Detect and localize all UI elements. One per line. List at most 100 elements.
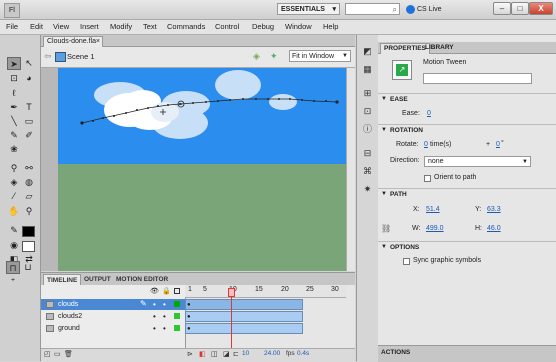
snap-to-objects-icon[interactable]: ⊓ [6, 261, 20, 274]
hand-tool-icon[interactable]: ✋ [7, 205, 21, 218]
eye-icon[interactable]: 👁 [150, 287, 159, 295]
lock-dot[interactable]: • [163, 311, 166, 322]
menu-modify[interactable]: Modify [110, 22, 132, 31]
tab-library[interactable]: LIBRARY [422, 43, 457, 53]
bind-tool-icon[interactable]: ⚯ [22, 162, 36, 175]
keyframe-icon[interactable]: ● [187, 326, 191, 332]
lock-icon[interactable]: 🔒 [162, 287, 171, 295]
sync-graphic-symbols-checkbox[interactable] [403, 258, 410, 265]
w-value[interactable]: 499.0 [426, 225, 444, 232]
keyframe-icon[interactable]: ● [187, 302, 191, 308]
layer-row-clouds2[interactable]: clouds2 • • [41, 311, 185, 322]
help-search-input[interactable]: ⌕ [345, 3, 400, 15]
lasso-tool-icon[interactable]: ℓ [7, 87, 21, 100]
swatches-panel-icon[interactable]: ▦ [361, 63, 374, 75]
visibility-dot[interactable]: • [153, 311, 156, 322]
layer-color-swatch[interactable] [174, 301, 180, 307]
visibility-dot[interactable]: • [153, 299, 156, 310]
playhead-handle[interactable] [228, 288, 235, 297]
fill-color-icon[interactable]: ◉ [7, 239, 21, 252]
menu-edit[interactable]: Edit [30, 22, 43, 31]
ease-value[interactable]: 0 [427, 110, 431, 117]
ink-bottle-tool-icon[interactable]: ◍ [22, 176, 36, 189]
layer-color-swatch[interactable] [174, 325, 180, 331]
tab-motion-editor[interactable]: MOTION EDITOR [113, 274, 171, 285]
close-button[interactable]: X [529, 2, 553, 15]
scene-label[interactable]: Scene 1 [67, 52, 95, 61]
close-tab-icon[interactable]: × [96, 37, 100, 47]
onion-skin-icon[interactable]: ◧ [199, 350, 206, 358]
direction-select[interactable]: none ▼ [424, 156, 531, 167]
stage-scrollbar[interactable] [346, 68, 355, 271]
deco-tool-icon[interactable]: ❀ [7, 143, 21, 156]
back-arrow-icon[interactable]: ⇦ [44, 51, 52, 62]
timeline-ruler[interactable]: 1 5 10 15 20 25 30 [185, 285, 346, 298]
menu-help[interactable]: Help [323, 22, 338, 31]
workspace-switcher[interactable]: ESSENTIALS ▾ [277, 3, 340, 15]
y-value[interactable]: 63.3 [487, 206, 501, 213]
frame-rate[interactable]: 24.00 [264, 350, 280, 357]
modify-onion-markers-icon[interactable]: ⊏ [233, 350, 239, 358]
components-panel-icon[interactable]: ⊟ [361, 147, 374, 159]
tween-span-ground[interactable] [185, 323, 303, 334]
outline-icon[interactable] [174, 288, 180, 294]
pencil-tool-icon[interactable]: ✎ [7, 129, 21, 142]
layer-row-clouds[interactable]: clouds ✎ • • [41, 299, 185, 310]
code-snippets-icon[interactable]: ⌘ [361, 165, 374, 177]
stage[interactable] [58, 68, 346, 271]
section-options[interactable]: ▼ OPTIONS [378, 241, 556, 253]
pen-tool-icon[interactable]: ✒ [7, 101, 21, 114]
menu-control[interactable]: Control [215, 22, 239, 31]
menu-text[interactable]: Text [143, 22, 157, 31]
rotate-degrees-value[interactable]: 0 [496, 141, 500, 148]
straighten-icon[interactable]: ⁺ [6, 275, 20, 288]
text-tool-icon[interactable]: T [22, 101, 36, 114]
menu-file[interactable]: File [6, 22, 18, 31]
motion-presets-icon[interactable]: ✷ [361, 183, 374, 195]
tween-span-clouds[interactable] [185, 299, 303, 310]
eraser-tool-icon[interactable]: ▱ [22, 190, 36, 203]
delete-layer-icon[interactable]: 🗑 [64, 350, 73, 358]
subselection-tool-icon[interactable]: ↖ [22, 57, 36, 70]
align-panel-icon[interactable]: ⊞ [361, 87, 374, 99]
new-folder-icon[interactable]: ▭ [54, 350, 61, 358]
instance-name-input[interactable] [423, 73, 532, 84]
edit-symbols-icon[interactable]: ◈ [253, 51, 260, 62]
current-frame[interactable]: 10 [242, 350, 249, 357]
keyframe-icon[interactable]: ● [187, 314, 191, 320]
minimize-button[interactable]: – [493, 2, 511, 15]
new-layer-icon[interactable]: ◰ [44, 350, 51, 358]
lock-dot[interactable]: • [163, 299, 166, 310]
tab-output[interactable]: OUTPUT [81, 274, 114, 285]
actions-panel-tab[interactable]: ACTIONS [378, 345, 556, 362]
stroke-color-swatch[interactable] [22, 226, 35, 237]
lock-dot[interactable]: • [163, 323, 166, 334]
layer-color-swatch[interactable] [174, 313, 180, 319]
color-panel-icon[interactable]: ◩ [361, 45, 374, 57]
document-tab[interactable]: Clouds-done.fla × [43, 36, 103, 47]
tween-span-clouds2[interactable] [185, 311, 303, 322]
zoom-select[interactable]: Fit in Window ▼ [289, 50, 351, 62]
smooth-icon[interactable]: ⊔ [21, 261, 35, 274]
info-panel-icon[interactable]: ⓘ [361, 123, 374, 135]
rotate-times-value[interactable]: 0 [424, 141, 428, 148]
line-tool-icon[interactable]: ╲ [7, 115, 21, 128]
menu-commands[interactable]: Commands [167, 22, 205, 31]
brush-tool-icon[interactable]: ✐ [22, 129, 36, 142]
h-value[interactable]: 46.0 [487, 225, 501, 232]
menu-debug[interactable]: Debug [252, 22, 274, 31]
eyedropper-tool-icon[interactable]: ⁄ [7, 190, 21, 203]
edit-multiple-frames-icon[interactable]: ◪ [223, 350, 230, 358]
menu-insert[interactable]: Insert [80, 22, 99, 31]
transform-panel-icon[interactable]: ⊡ [361, 105, 374, 117]
section-ease[interactable]: ▼ EASE [378, 93, 556, 105]
playhead[interactable] [231, 289, 232, 348]
section-path[interactable]: ▼ PATH [378, 188, 556, 200]
zoom-tool-icon[interactable]: ⚲ [22, 205, 36, 218]
menu-view[interactable]: View [53, 22, 69, 31]
free-transform-tool-icon[interactable]: ⊡ [7, 72, 21, 85]
menu-window[interactable]: Window [285, 22, 312, 31]
bone-tool-icon[interactable]: ⚲ [7, 162, 21, 175]
3d-rotation-tool-icon[interactable]: ◕ [22, 72, 36, 85]
paint-bucket-tool-icon[interactable]: ◈ [7, 176, 21, 189]
